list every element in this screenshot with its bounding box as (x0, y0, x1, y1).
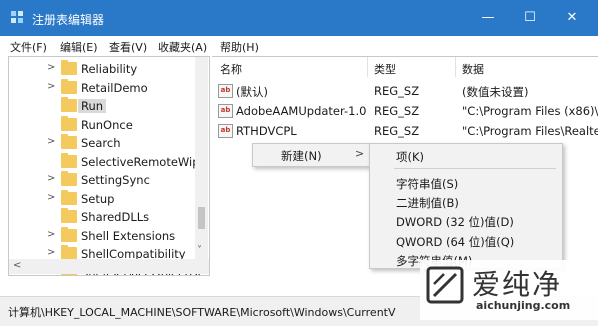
tree-item[interactable]: Run (9, 97, 195, 115)
watermark-title: 爱纯净 (472, 268, 563, 301)
tree-item[interactable]: > Setup (9, 189, 195, 208)
tree-item[interactable]: SelectiveRemoteWipe (9, 152, 207, 171)
menu-edit[interactable]: 编辑(E) (60, 39, 98, 55)
tree-horizontal-scrollbar[interactable]: < (9, 259, 209, 274)
submenu-item-qword-value[interactable]: QWORD (64 位)值(Q) (396, 234, 514, 250)
watermark-logo-icon (426, 266, 464, 304)
value-name: (默认) (236, 85, 268, 99)
menu-file[interactable]: 文件(F) (10, 39, 47, 55)
minimize-button[interactable]: — (470, 6, 506, 30)
value-type: REG_SZ (374, 104, 420, 118)
tree-item[interactable]: > RetailDemo (9, 78, 195, 97)
string-value-icon: ab (218, 104, 233, 118)
tree-item-label: Setup (81, 191, 115, 206)
window-title: 注册表编辑器 (32, 13, 105, 27)
watermark-url: aichunjing.com (476, 299, 571, 312)
expand-arrow-icon[interactable]: > (47, 81, 57, 92)
value-data: (数值未设置) (462, 85, 529, 99)
scroll-left-icon[interactable]: < (13, 260, 21, 271)
expand-arrow-icon[interactable]: > (47, 136, 57, 147)
submenu-item-string-value[interactable]: 字符串值(S) (396, 176, 458, 192)
value-name: RTHDVCPL (236, 124, 297, 138)
value-data: "C:\Program Files (x86)\C (462, 104, 598, 118)
folder-icon (61, 60, 77, 75)
context-menu: 新建(N) > (252, 143, 372, 167)
submenu-arrow-icon: > (355, 147, 365, 160)
value-data: "C:\Program Files\Realte (462, 124, 598, 138)
value-row[interactable]: ab AdobeAAMUpdater-1.0 REG_SZ "C:\Program F… (212, 101, 598, 120)
menu-bar: 文件(F) 编辑(E) 查看(V) 收藏夹(A) 帮助(H) (0, 36, 598, 56)
column-header-data[interactable]: 数据 (462, 61, 484, 77)
folder-icon (61, 171, 77, 186)
submenu-item-dword-value[interactable]: DWORD (32 位)值(D) (396, 214, 514, 230)
column-divider[interactable] (367, 57, 368, 77)
tree-item-label: Run (78, 99, 107, 113)
tree-item-label: Search (81, 136, 121, 150)
tree-item-label: SelectiveRemoteWipe (81, 154, 207, 169)
tree-item-label: Shell Extensions (81, 228, 176, 243)
title-bar[interactable]: 注册表编辑器 — ☐ ✕ (0, 0, 598, 36)
folder-icon (61, 115, 77, 131)
value-row[interactable]: ab (默认) REG_SZ (数值未设置) (212, 81, 598, 100)
expand-arrow-icon[interactable]: > (47, 192, 57, 203)
menu-favorites[interactable]: 收藏夹(A) (158, 39, 207, 55)
expand-arrow-icon[interactable]: > (47, 62, 57, 73)
column-header-type[interactable]: 类型 (374, 61, 396, 77)
close-button[interactable]: ✕ (554, 6, 590, 30)
tree-item[interactable]: > Shell Extensions (9, 226, 195, 245)
expand-arrow-icon[interactable]: > (47, 173, 57, 184)
column-header-name[interactable]: 名称 (220, 61, 242, 77)
column-divider[interactable] (455, 57, 456, 77)
folder-icon (61, 78, 77, 94)
string-value-icon: ab (218, 84, 233, 98)
tree-item-label: RunOnce (81, 117, 133, 132)
tree-item-label: RetailDemo (81, 80, 148, 95)
submenu-separator (394, 168, 556, 169)
tree-item-label: Reliability (81, 62, 138, 76)
new-submenu: 项(K) 字符串值(S) 二进制值(B) DWORD (32 位)值(D) QW… (369, 143, 563, 269)
tree-item[interactable]: > Search (9, 134, 195, 152)
registry-tree[interactable]: > Reliability > RetailDemo Run RunOnce > Search… (8, 56, 210, 276)
tree-item[interactable]: > SettingSync (9, 171, 195, 189)
menu-help[interactable]: 帮助(H) (220, 39, 259, 55)
regedit-app-icon (11, 11, 23, 23)
value-type: REG_SZ (374, 124, 420, 138)
tree-item-label: SharedDLLs (81, 210, 150, 224)
maximize-button[interactable]: ☐ (512, 6, 548, 30)
value-name: AdobeAAMUpdater-1.0 (236, 104, 367, 118)
value-type: REG_SZ (374, 84, 420, 98)
tree-item[interactable]: > Reliability (9, 60, 195, 78)
folder-icon (61, 97, 77, 112)
context-new-item[interactable]: 新建(N) (281, 148, 322, 164)
registry-path: 计算机\HKEY_LOCAL_MACHINE\SOFTWARE\Microsof… (8, 306, 396, 319)
submenu-item-key[interactable]: 项(K) (396, 149, 424, 165)
folder-icon (61, 208, 77, 223)
tree-item[interactable]: RunOnce (9, 115, 195, 134)
string-value-icon: ab (218, 124, 233, 138)
folder-icon (61, 152, 77, 168)
folder-icon (61, 189, 77, 205)
folder-icon (61, 134, 77, 149)
submenu-item-binary-value[interactable]: 二进制值(B) (396, 195, 459, 211)
expand-arrow-icon[interactable]: > (47, 247, 57, 258)
folder-icon (61, 226, 77, 242)
expand-arrow-icon[interactable]: > (47, 229, 57, 240)
tree-scroll-thumb[interactable] (198, 207, 205, 229)
tree-item[interactable]: SharedDLLs (9, 208, 195, 226)
tree-item-label: SettingSync (81, 173, 150, 187)
menu-view[interactable]: 查看(V) (109, 39, 147, 55)
value-row[interactable]: ab RTHDVCPL REG_SZ "C:\Program Files\Realte (212, 121, 598, 140)
scroll-down-icon[interactable]: ˅ (197, 245, 202, 256)
